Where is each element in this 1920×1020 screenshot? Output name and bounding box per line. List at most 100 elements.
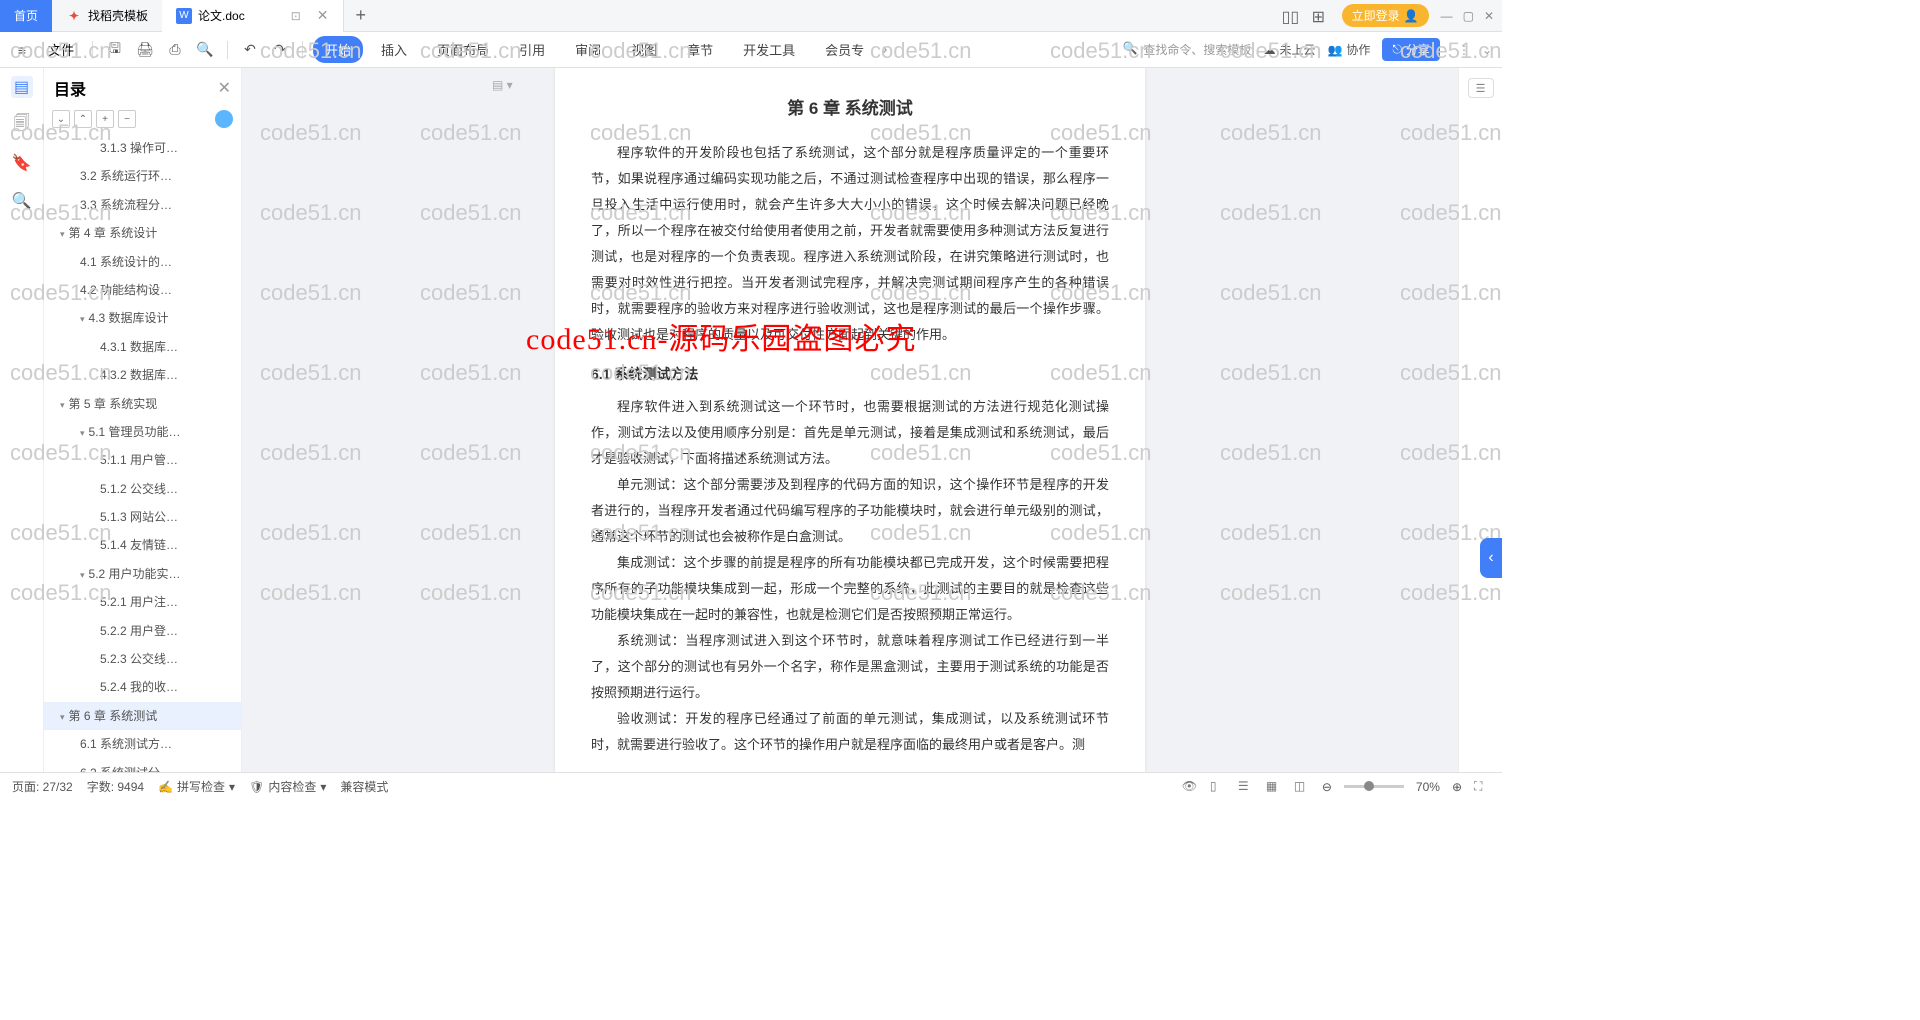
zoom-level[interactable]: 70% (1416, 780, 1440, 794)
para: 验收测试：开发的程序已经通过了前面的单元测试，集成测试，以及系统测试环节时，就需… (591, 706, 1109, 758)
export-icon[interactable]: 🖨 (133, 38, 157, 62)
main-area: ▤ 🗐 🔖 🔍 目录 ✕ ⌄ ⌃ + − 3.1.3 操作可…3.2 系统运行环… (0, 68, 1502, 772)
outline-item[interactable]: 3.2 系统运行环… (44, 162, 241, 190)
spell-check[interactable]: ✍拼写检查 ▾ (158, 778, 235, 795)
collab-button[interactable]: 👥 协作 (1327, 41, 1370, 58)
window-toggle-icon[interactable]: ⊡ (291, 9, 301, 23)
maximize-button[interactable]: ▢ (1463, 9, 1474, 23)
ribbon-tab-insert[interactable]: 插入 (369, 36, 419, 63)
apps-icon[interactable]: ⊞ (1312, 7, 1330, 25)
zoom-in-button[interactable]: ⊕ (1452, 780, 1462, 794)
clipboard-icon[interactable]: 🗐 (11, 114, 33, 136)
outline-item[interactable]: 3.3 系统流程分… (44, 191, 241, 219)
outline-item[interactable]: ▾5.2 用户功能实… (44, 560, 241, 588)
remove-icon[interactable]: − (118, 110, 136, 128)
outline-item[interactable]: ▾第 4 章 系统设计 (44, 219, 241, 247)
document-area[interactable]: ▤ ▾ 第 6 章 系统测试 程序软件的开发阶段也包括了系统测试，这个部分就是程… (242, 68, 1458, 772)
outline-item-label: 4.2 功能结构设… (80, 283, 172, 297)
ribbon-tab-layout[interactable]: 页面布局 (425, 36, 501, 63)
share-button[interactable]: ⎋ 分享 (1382, 38, 1440, 61)
menu-icon[interactable]: ≡ (10, 38, 34, 62)
view-web-icon[interactable]: ▦ (1266, 779, 1282, 795)
outline-item[interactable]: 5.2.4 我的收… (44, 673, 241, 701)
outline-item[interactable]: 5.1.2 公交线… (44, 475, 241, 503)
outline-item[interactable]: 4.1 系统设计的… (44, 248, 241, 276)
view-read-icon[interactable]: ☰ (1238, 779, 1254, 795)
tab-templates-label: 找稻壳模板 (88, 7, 148, 24)
word-count[interactable]: 字数: 9494 (87, 778, 144, 795)
content-check[interactable]: 🛡内容检查 ▾ (249, 778, 326, 795)
outline-item[interactable]: ▾4.3 数据库设计 (44, 304, 241, 332)
ribbon-tab-start[interactable]: 开始 (313, 36, 363, 63)
document-page: 第 6 章 系统测试 程序软件的开发阶段也包括了系统测试，这个部分就是程序质量评… (555, 68, 1145, 772)
outline-panel: 目录 ✕ ⌄ ⌃ + − 3.1.3 操作可…3.2 系统运行环…3.3 系统流… (44, 68, 242, 772)
search-icon: 🔍 (1122, 41, 1137, 58)
outline-item[interactable]: 5.1.1 用户管… (44, 446, 241, 474)
panel-toggle-icon[interactable]: ☰ (1468, 78, 1494, 98)
outline-item[interactable]: 6.2 系统测试分… (44, 759, 241, 772)
tab-templates[interactable]: ✦ 找稻壳模板 (52, 0, 162, 32)
outline-item-label: 6.2 系统测试分… (80, 766, 172, 772)
tab-close-icon[interactable]: ✕ (317, 7, 329, 24)
outline-item[interactable]: 5.2.1 用户注… (44, 588, 241, 616)
outline-item[interactable]: 4.2 功能结构设… (44, 276, 241, 304)
outline-item[interactable]: 6.1 系统测试方… (44, 730, 241, 758)
cloud-status[interactable]: ☁ 未上云 (1263, 41, 1315, 58)
print-icon[interactable]: ⎙ (163, 38, 187, 62)
outline-item[interactable]: ▾第 5 章 系统实现 (44, 390, 241, 418)
chevron-down-icon: ▾ (60, 227, 65, 242)
outline-item[interactable]: 5.2.2 用户登… (44, 617, 241, 645)
close-button[interactable]: ✕ (1484, 9, 1494, 23)
tab-document[interactable]: W 论文.doc ⊡ ✕ (162, 0, 343, 32)
zoom-out-button[interactable]: ⊖ (1322, 780, 1332, 794)
outline-close-icon[interactable]: ✕ (218, 78, 231, 98)
login-button[interactable]: 立即登录 👤 (1342, 4, 1429, 27)
add-icon[interactable]: + (96, 110, 114, 128)
outline-item[interactable]: 4.3.2 数据库… (44, 361, 241, 389)
page-tool-icon[interactable]: ▤ ▾ (492, 78, 513, 92)
compat-mode[interactable]: 兼容模式 (340, 778, 388, 795)
outline-item[interactable]: 4.3.1 数据库… (44, 333, 241, 361)
command-search[interactable]: 🔍 查找命令、搜索模板 (1122, 41, 1251, 58)
outline-item[interactable]: 5.1.3 网站公… (44, 503, 241, 531)
ribbon-tab-member[interactable]: 会员专 (813, 36, 876, 63)
sync-dot-icon[interactable] (215, 110, 233, 128)
tab-home[interactable]: 首页 (0, 0, 52, 32)
page-indicator[interactable]: 页面: 27/32 (12, 778, 73, 795)
find-icon[interactable]: 🔍 (11, 190, 33, 212)
outline-item[interactable]: 5.1.4 友情链… (44, 531, 241, 559)
outline-item[interactable]: ▾第 6 章 系统测试 (44, 702, 241, 730)
ribbon-tab-reference[interactable]: 引用 (507, 36, 557, 63)
more-icon[interactable]: › (882, 41, 887, 59)
outline-item[interactable]: 3.1.3 操作可… (44, 134, 241, 162)
preview-icon[interactable]: 🔍 (193, 38, 217, 62)
file-menu[interactable]: 文件 (40, 40, 82, 59)
outline-item[interactable]: 5.2.3 公交线… (44, 645, 241, 673)
zoom-slider[interactable] (1344, 785, 1404, 788)
ribbon-tab-devtools[interactable]: 开发工具 (731, 36, 807, 63)
save-icon[interactable]: 🖫 (103, 38, 127, 62)
layout-icon[interactable]: ▯▯ (1282, 7, 1300, 25)
redo-icon[interactable]: ↷ (268, 38, 292, 62)
ribbon-tab-view[interactable]: 视图 (619, 36, 669, 63)
outline-item[interactable]: ▾5.1 管理员功能… (44, 418, 241, 446)
collapse-all-icon[interactable]: ⌃ (74, 110, 92, 128)
outline-header: 目录 ✕ (44, 68, 241, 108)
fullscreen-icon[interactable]: ⛶ (1474, 779, 1490, 795)
ribbon-tab-section[interactable]: 章节 (675, 36, 725, 63)
expand-all-icon[interactable]: ⌄ (52, 110, 70, 128)
chevron-down-icon: ▾ (60, 398, 65, 413)
view-eye-icon[interactable]: 👁 (1182, 779, 1198, 795)
undo-icon[interactable]: ↶ (238, 38, 262, 62)
ruler-icon[interactable]: ◫ (1294, 779, 1310, 795)
ribbon-menu-icon[interactable]: ⋮ (1458, 43, 1470, 57)
new-tab-button[interactable]: + (356, 5, 367, 26)
ribbon-collapse-icon[interactable]: ⌄ (1482, 43, 1492, 57)
outline-icon[interactable]: ▤ (11, 76, 33, 98)
view-page-icon[interactable]: ▯ (1210, 779, 1226, 795)
ribbon-tab-review[interactable]: 审阅 (563, 36, 613, 63)
bookmark-icon[interactable]: 🔖 (11, 152, 33, 174)
edge-tab[interactable]: ‹ (1480, 538, 1502, 578)
outline-item-label: 5.2.1 用户注… (100, 595, 178, 609)
minimize-button[interactable]: — (1441, 9, 1453, 23)
